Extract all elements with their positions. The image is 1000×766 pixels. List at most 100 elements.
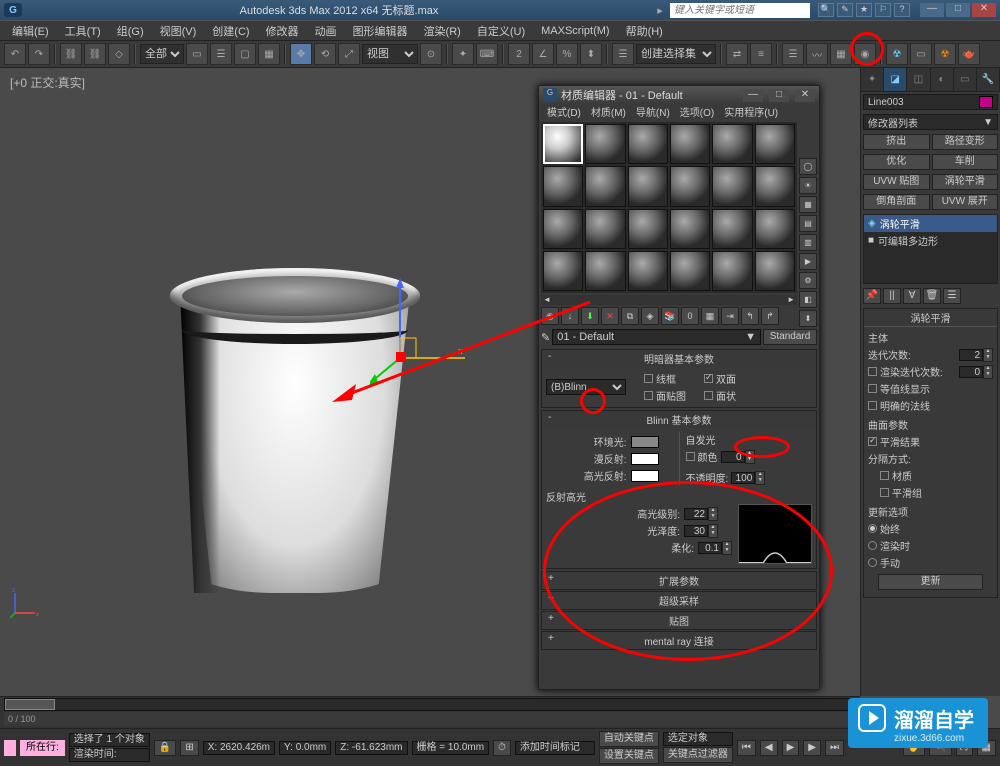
map-button[interactable]: [663, 470, 673, 482]
sep-smgroup-checkbox[interactable]: [880, 488, 889, 497]
abs-rel-icon[interactable]: ⊞: [180, 740, 198, 756]
material-slot[interactable]: [712, 124, 752, 164]
faceted-checkbox[interactable]: [704, 391, 713, 400]
map-button[interactable]: [768, 472, 778, 484]
menu-mode[interactable]: 模式(D): [543, 104, 585, 120]
material-slot[interactable]: [712, 209, 752, 249]
time-tag-field[interactable]: 添加时间标记: [515, 741, 595, 755]
workspace-dropdown[interactable]: ▸: [650, 4, 670, 17]
preview-icon[interactable]: ▶: [799, 253, 817, 270]
menu-navigate[interactable]: 导航(N): [632, 104, 674, 120]
material-slot[interactable]: [755, 209, 795, 249]
iterations[interactable]: 2: [959, 349, 983, 361]
named-sel-set[interactable]: 创建选择集: [636, 44, 716, 64]
redo-icon[interactable]: ↷: [28, 43, 50, 65]
put-to-scene-icon[interactable]: ↓: [561, 307, 579, 325]
mirror-icon[interactable]: ⇄: [726, 43, 748, 65]
menu-create[interactable]: 创建(C): [204, 23, 257, 39]
modifier-stack[interactable]: ◈涡轮平滑 ■可编辑多边形: [863, 214, 998, 284]
material-slot[interactable]: [543, 251, 583, 291]
render-setup-icon[interactable]: ☢: [886, 43, 908, 65]
put-to-library-icon[interactable]: 📚: [661, 307, 679, 325]
material-editor-titlebar[interactable]: G 材质编辑器 - 01 - Default — □ ✕: [539, 86, 819, 104]
teapot-icon[interactable]: 🫖: [958, 43, 980, 65]
material-slot[interactable]: [670, 166, 710, 206]
facemap-checkbox[interactable]: [644, 391, 653, 400]
show-in-viewport-icon[interactable]: ▦: [701, 307, 719, 325]
map-button[interactable]: [722, 525, 732, 537]
make-unique-icon[interactable]: ◈: [641, 307, 659, 325]
create-tab-icon[interactable]: ✦: [861, 68, 884, 91]
stack-item[interactable]: ■可编辑多边形: [864, 232, 997, 249]
pivot-icon[interactable]: ⊙: [420, 43, 442, 65]
menu-edit[interactable]: 编辑(E): [4, 23, 57, 39]
menu-customize[interactable]: 自定义(U): [469, 23, 533, 39]
modifier-button[interactable]: 优化: [863, 154, 930, 170]
ref-coord-system[interactable]: 视图: [362, 44, 418, 64]
material-slot[interactable]: [628, 124, 668, 164]
snap-angle-icon[interactable]: ∠: [532, 43, 554, 65]
rotate-icon[interactable]: ⟲: [314, 43, 336, 65]
get-material-icon[interactable]: ◉: [541, 307, 559, 325]
ambient-swatch[interactable]: [631, 436, 659, 448]
menu-help[interactable]: 帮助(H): [618, 23, 671, 39]
sample-type-icon[interactable]: ◯: [799, 158, 817, 175]
rollout-header[interactable]: Blinn 基本参数: [542, 411, 816, 428]
setkey-button[interactable]: 设置关键点: [599, 748, 659, 764]
smooth-result-checkbox[interactable]: [868, 437, 877, 446]
update-manual-radio[interactable]: [868, 558, 877, 567]
unlink-icon[interactable]: ⛓: [84, 43, 106, 65]
material-slot[interactable]: [755, 124, 795, 164]
select-by-mat-icon[interactable]: ◧: [799, 291, 817, 308]
menu-render[interactable]: 渲染(R): [416, 23, 469, 39]
update-button[interactable]: 更新: [878, 574, 983, 590]
rollout-supersampling[interactable]: 超级采样: [541, 591, 817, 610]
hierarchy-tab-icon[interactable]: ◫: [907, 68, 930, 91]
rollout-extended[interactable]: 扩展参数: [541, 571, 817, 590]
glossiness[interactable]: 30: [684, 525, 708, 537]
qat-btn[interactable]: ?: [894, 3, 910, 17]
shader-select[interactable]: (B)Blinn: [546, 379, 626, 395]
snap-2d-icon[interactable]: 2: [508, 43, 530, 65]
material-slot[interactable]: [628, 251, 668, 291]
options-icon[interactable]: ⚙: [799, 272, 817, 289]
menu-group[interactable]: 组(G): [109, 23, 152, 39]
rollout-header[interactable]: 明暗器基本参数: [542, 350, 816, 367]
schematic-icon[interactable]: ▦: [830, 43, 852, 65]
select-icon[interactable]: ▭: [186, 43, 208, 65]
backlight-icon[interactable]: ☀: [799, 177, 817, 194]
show-end-result-icon[interactable]: ⇥: [721, 307, 739, 325]
make-copy-icon[interactable]: ⧉: [621, 307, 639, 325]
move-icon[interactable]: ✥: [290, 43, 312, 65]
bind-icon[interactable]: ◇: [108, 43, 130, 65]
menu-maxscript[interactable]: MAXScript(M): [533, 25, 617, 37]
goto-start-icon[interactable]: ⏮: [737, 740, 756, 756]
autokey-button[interactable]: 自动关键点: [599, 731, 659, 747]
assign-to-selection-icon[interactable]: ⬇: [581, 307, 599, 325]
align-icon[interactable]: ≡: [750, 43, 772, 65]
material-editor-icon[interactable]: ◉: [854, 43, 876, 65]
rollout-mentalray[interactable]: mental ray 连接: [541, 631, 817, 650]
material-slot[interactable]: [712, 251, 752, 291]
rollout-header[interactable]: 涡轮平滑: [864, 309, 997, 327]
select-name-icon[interactable]: ☰: [210, 43, 232, 65]
material-slot[interactable]: [712, 166, 752, 206]
specular-level[interactable]: 22: [684, 508, 708, 520]
material-slot[interactable]: [670, 251, 710, 291]
scale-icon[interactable]: ⤢: [338, 43, 360, 65]
material-slot[interactable]: [670, 124, 710, 164]
material-name-field[interactable]: 01 - Default▼: [552, 329, 761, 345]
layers-icon[interactable]: ☰: [782, 43, 804, 65]
pick-material-icon[interactable]: ✎: [541, 331, 550, 344]
selfillum-value[interactable]: 0: [721, 451, 745, 463]
rollout-maps[interactable]: 贴图: [541, 611, 817, 630]
two-sided-checkbox[interactable]: [704, 374, 713, 383]
script-listener[interactable]: [4, 740, 16, 756]
explicit-normals-checkbox[interactable]: [868, 401, 877, 410]
keyboard-shortcut-icon[interactable]: ⌨: [476, 43, 498, 65]
lock-selection-icon[interactable]: 🔒: [154, 740, 176, 756]
modifier-button[interactable]: 涡轮平滑: [932, 174, 999, 190]
menu-tools[interactable]: 工具(T): [57, 23, 109, 39]
sample-uv-icon[interactable]: ▤: [799, 215, 817, 232]
material-slot[interactable]: [670, 209, 710, 249]
